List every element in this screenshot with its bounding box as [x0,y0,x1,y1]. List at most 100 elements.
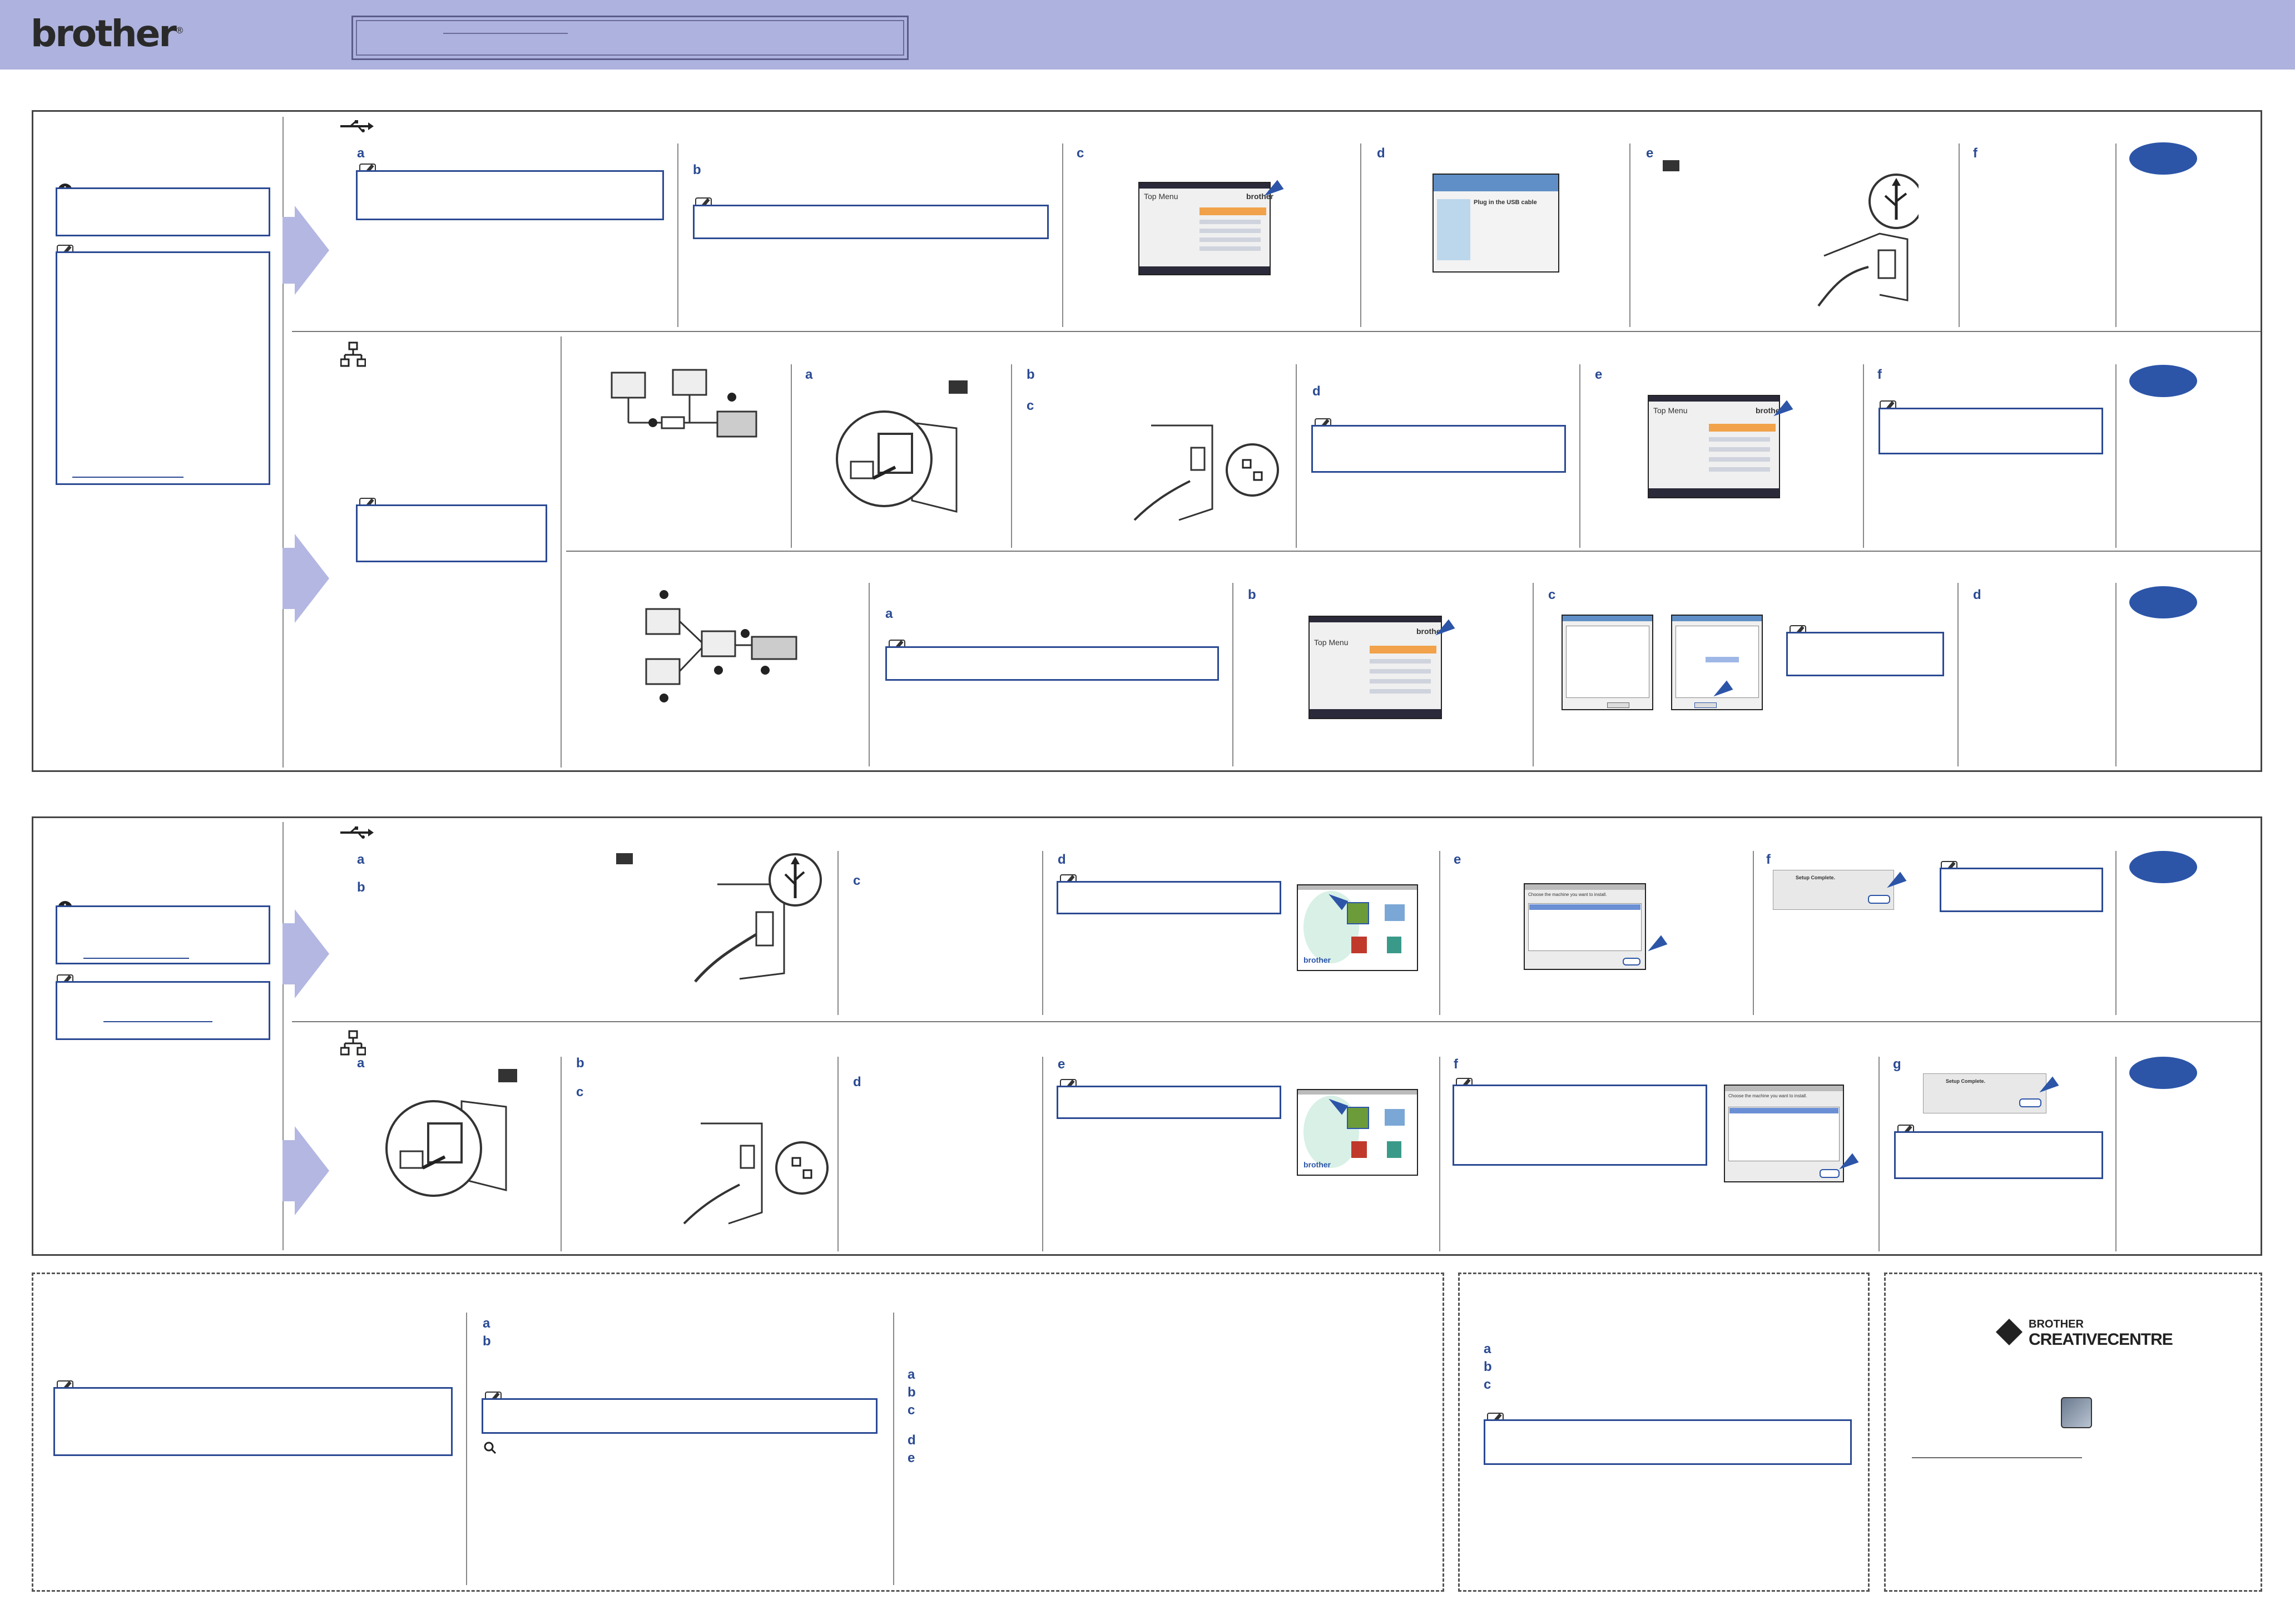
step-label: c [1027,398,1034,413]
divider [837,851,839,1015]
network-port-icon [498,1069,517,1082]
browse-printer-dialog [1562,615,1653,710]
step-label: c [576,1085,584,1100]
finish-badge [2129,142,2197,175]
divider [1959,143,1960,327]
divider [1232,583,1233,766]
divider [1579,364,1580,548]
installer-top-menu-screenshot: Top Menu brother [1308,616,1444,719]
divider [1439,851,1440,1015]
step-label: a [357,146,365,161]
step-label: c [1077,146,1084,161]
note-box [1786,632,1944,676]
network-icon [340,341,366,368]
step-label: c [853,873,861,888]
lan-cable-illustration [678,1118,829,1229]
rule [103,1021,212,1022]
setup-complete-dialog: Setup Complete. [1773,870,1894,910]
setup-complete-dialog: Setup Complete. [1923,1073,2046,1113]
divider [837,1057,839,1251]
divider [1042,1057,1043,1251]
divider [2115,143,2116,327]
note-box [56,981,270,1040]
step-label: f [1973,146,1977,161]
step-label: a [357,852,365,867]
divider [791,364,792,548]
network-diagram-illustration [601,362,767,445]
step-label: b [1248,587,1256,602]
step-label: a [1484,1341,1491,1356]
step-label: g [1893,1057,1901,1072]
note-box [693,205,1049,239]
note-box [1878,408,2103,454]
step-label: e [1646,146,1654,161]
step-label: b [357,880,365,895]
divider [2115,583,2116,766]
flow-arrow-head [295,534,329,623]
finish-badge [2129,851,2197,883]
note-box [1311,425,1566,473]
finish-badge [2129,365,2197,397]
note-box [1940,868,2103,912]
step-label: a [805,367,813,382]
note-box [56,251,270,485]
mac-installer-screenshot: brother [1297,884,1418,971]
step-label: d [1377,146,1385,161]
step-label: a [483,1316,490,1331]
step-label: a [908,1367,915,1382]
note-box [1057,881,1281,914]
step-label: b [483,1334,491,1349]
brother-logo: brother® [31,12,184,55]
usb-icon [340,826,374,839]
note-box [1453,1085,1707,1166]
step-label: e [1058,1057,1065,1072]
divider [292,331,2261,332]
divider [1042,851,1043,1015]
step-label: c [1548,587,1556,602]
creative-centre-logo: BROTHER CREATIVECENTRE [1995,1318,2173,1351]
diamond-logo-icon [1995,1318,2023,1346]
step-label: b [693,162,701,177]
divider [292,1021,2261,1022]
divider [282,117,284,768]
installer-top-menu-screenshot: Top Menu brother [1648,395,1783,498]
divider [561,1057,562,1251]
step-label: f [1454,1057,1458,1072]
step-label: b [1027,367,1035,382]
flow-arrow [282,217,295,284]
step-label: e [1454,852,1461,867]
flow-arrow-head [295,909,329,998]
installer-top-menu-screenshot: Top Menu brother [1138,182,1273,275]
flow-arrow [282,923,295,984]
finish-badge [2129,586,2197,618]
divider [1878,1057,1880,1251]
step-label: b [576,1056,584,1071]
divider [1296,364,1297,548]
divider [1957,583,1959,766]
divider [2115,364,2116,548]
creative-centre-app-icon[interactable] [2061,1397,2092,1428]
header-title-line [443,33,568,34]
step-label: f [1877,367,1882,382]
divider [1062,143,1063,327]
network-icon [340,1030,366,1057]
step-label: a [357,1056,365,1071]
usb-port-icon [616,853,633,864]
divider [1439,1057,1440,1251]
rule [83,958,189,959]
header-bar [0,0,2295,70]
lan-plug-illustration [829,400,973,517]
divider [566,551,2261,552]
step-label: d [1312,384,1321,399]
flow-arrow [282,548,295,609]
rule [1912,1457,2082,1458]
important-box [56,905,270,964]
flow-arrow [282,1140,295,1201]
mac-installer-screenshot: brother [1297,1089,1418,1176]
divider [1863,364,1864,548]
flow-arrow-head [295,1126,329,1215]
step-label: b [1484,1359,1492,1374]
important-box [56,187,270,236]
lan-plug-illustration [378,1090,523,1207]
divider [1360,143,1361,327]
